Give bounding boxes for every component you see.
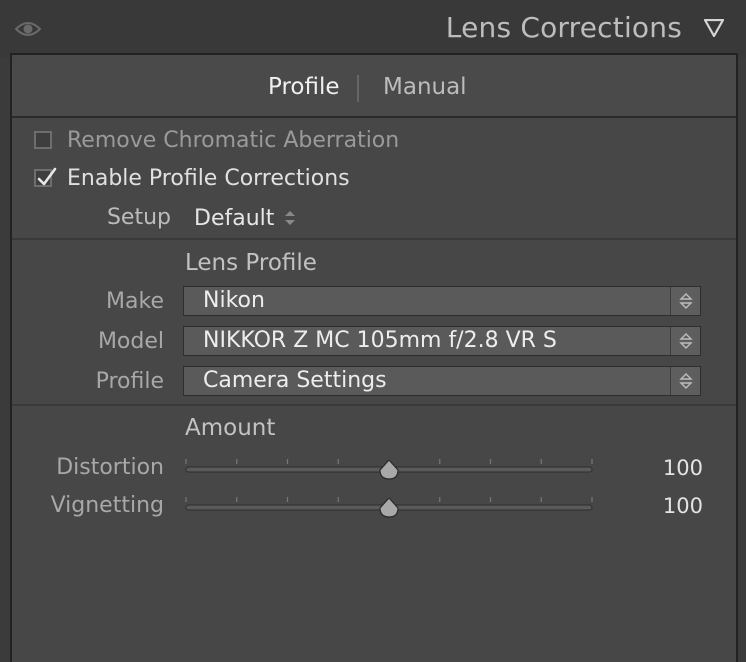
profile-dropdown[interactable]: Camera Settings [183,366,701,396]
triangle-down-icon[interactable] [704,19,724,37]
distortion-value[interactable]: 100 [663,456,703,480]
profile-label: Profile [95,369,164,394]
make-dropdown[interactable]: Nikon [183,286,701,316]
lens-corrections-panel: Lens Corrections Profile Manual Remove C… [0,0,746,662]
tab-profile[interactable]: Profile [268,74,340,100]
distortion-label: Distortion [56,455,164,480]
remove-ca-label: Remove Chromatic Aberration [67,127,400,153]
enable-profile-checkbox[interactable] [34,167,57,187]
checkmark-icon [37,167,57,186]
make-label: Make [106,289,164,314]
mode-tabs: Profile Manual [12,55,736,118]
up-down-arrows-icon [285,211,296,225]
vignetting-label: Vignetting [50,493,164,518]
panel-header[interactable]: Lens Corrections [0,0,746,58]
enable-profile-label: Enable Profile Corrections [67,165,350,191]
model-dropdown[interactable]: NIKKOR Z MC 105mm f/2.8 VR S [183,326,701,356]
vignetting-value[interactable]: 100 [663,494,703,518]
distortion-slider[interactable] [182,457,596,481]
up-down-arrows-icon [679,373,693,389]
panel-title: Lens Corrections [445,11,682,44]
setup-value: Default [194,205,275,231]
panel-body: Profile Manual Remove Chromatic Aberrati… [10,53,738,662]
profile-value: Camera Settings [203,368,387,393]
remove-chromatic-aberration-option[interactable]: Remove Chromatic Aberration [34,125,399,155]
tab-manual[interactable]: Manual [383,74,467,100]
lens-profile-heading: Lens Profile [185,250,317,276]
section-divider [12,238,736,240]
up-down-arrows-icon [679,333,693,349]
slider-thumb[interactable] [379,459,399,480]
setup-label: Setup [106,205,171,230]
amount-heading: Amount [185,415,276,441]
slider-thumb[interactable] [379,497,399,518]
enable-profile-corrections-option[interactable]: Enable Profile Corrections [34,163,350,193]
make-dropdown-arrows[interactable] [670,287,700,315]
up-down-arrows-icon [679,293,693,309]
tab-divider [357,75,359,102]
section-divider [12,404,736,406]
eye-icon[interactable] [15,19,41,39]
make-value: Nikon [203,288,265,313]
remove-ca-checkbox[interactable] [34,131,52,149]
model-label: Model [97,329,164,354]
model-dropdown-arrows[interactable] [670,327,700,355]
setup-dropdown[interactable]: Default [194,203,296,233]
vignetting-slider[interactable] [182,495,596,519]
model-value: NIKKOR Z MC 105mm f/2.8 VR S [203,328,557,353]
profile-dropdown-arrows[interactable] [670,367,700,395]
